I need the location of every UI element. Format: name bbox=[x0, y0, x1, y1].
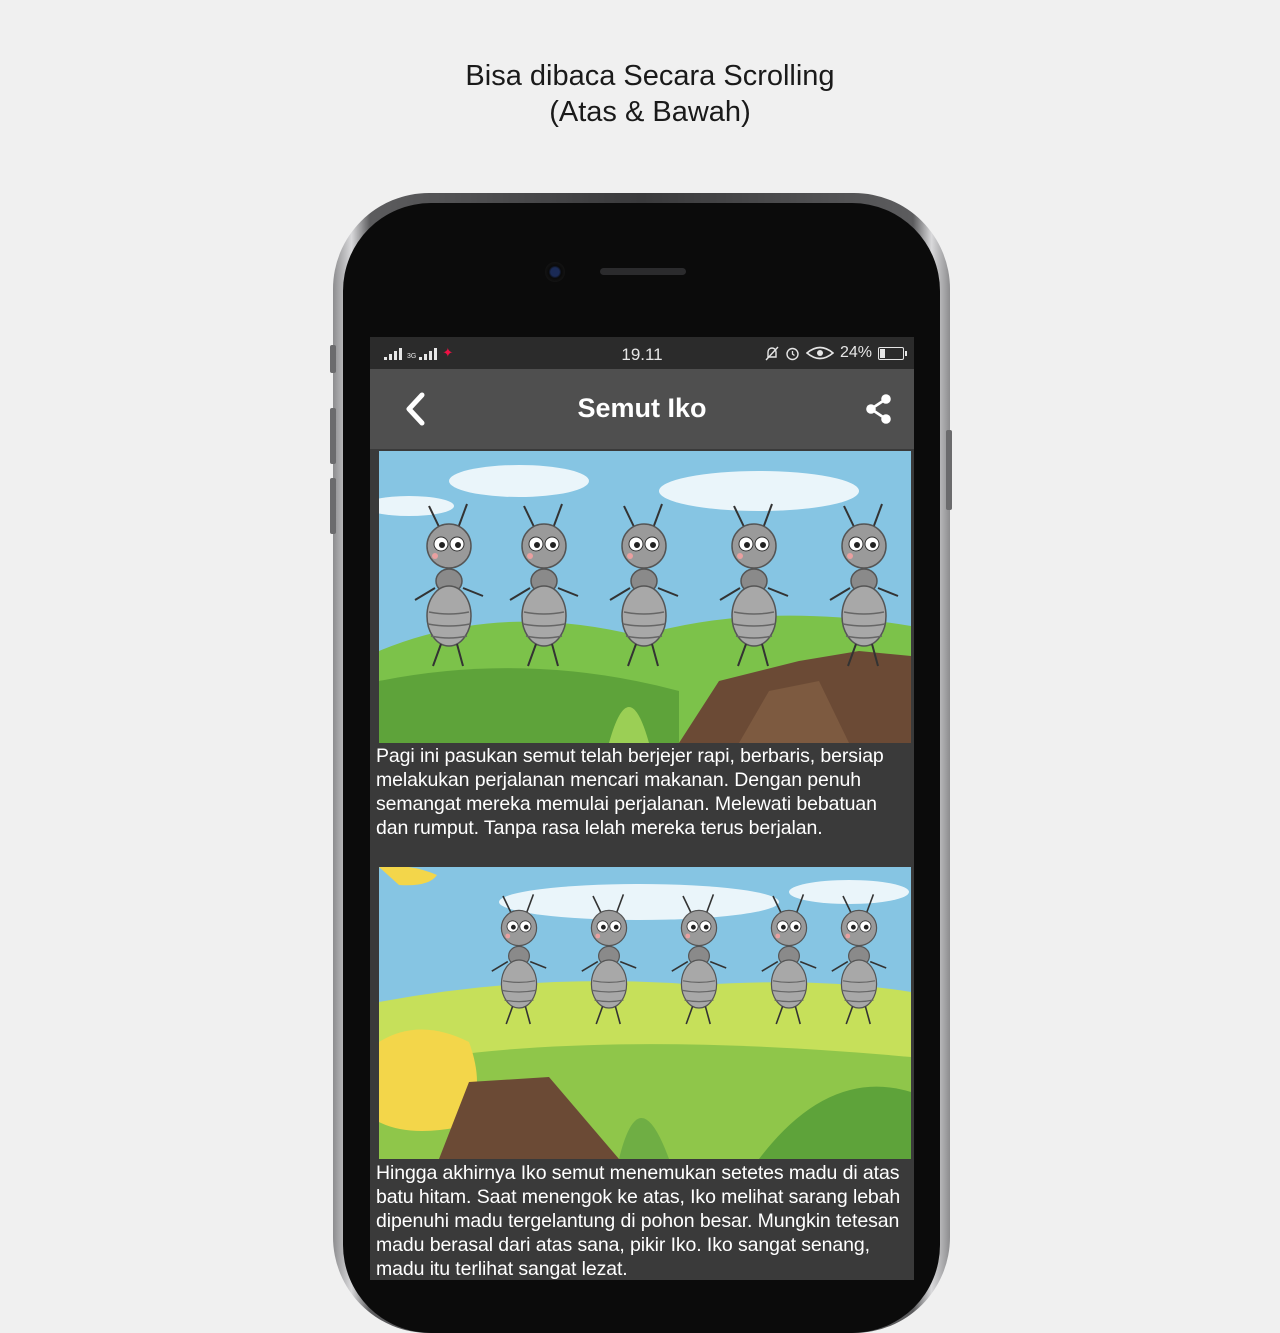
battery-fill bbox=[880, 348, 886, 358]
app-bar: Semut Iko bbox=[370, 369, 914, 449]
share-icon[interactable] bbox=[862, 392, 896, 426]
phone-screen: 3G ✦ 19.11 24% Semut Iko Pagi ini pasuka… bbox=[370, 337, 914, 1280]
story-illustration-2 bbox=[379, 867, 911, 1159]
alarm-icon bbox=[786, 347, 799, 360]
volume-down-button bbox=[330, 478, 336, 534]
volume-up-button bbox=[330, 408, 336, 464]
battery-icon bbox=[878, 346, 907, 360]
earpiece-speaker bbox=[600, 268, 686, 275]
caption-line-1: Bisa dibaca Secara Scrolling bbox=[465, 60, 835, 92]
caption-line-2: (Atas & Bawah) bbox=[549, 96, 751, 128]
eye-comfort-icon bbox=[805, 346, 834, 360]
front-camera bbox=[545, 262, 565, 282]
mute-switch bbox=[330, 345, 336, 373]
mute-bell-icon bbox=[765, 346, 779, 360]
story-paragraph-1: Pagi ini pasukan semut telah berjejer ra… bbox=[376, 745, 884, 839]
power-button bbox=[946, 430, 952, 510]
status-right: 24% bbox=[765, 344, 907, 362]
status-bar: 3G ✦ 19.11 24% bbox=[370, 337, 914, 369]
battery-percent: 24% bbox=[839, 344, 872, 361]
page-title: Semut Iko bbox=[577, 393, 707, 423]
story-paragraph-2: Hingga akhirnya Iko semut menemukan sete… bbox=[376, 1162, 901, 1280]
story-illustration-1 bbox=[379, 451, 911, 743]
promo-caption: Bisa dibaca Secara Scrolling (Atas & Baw… bbox=[0, 58, 1280, 130]
